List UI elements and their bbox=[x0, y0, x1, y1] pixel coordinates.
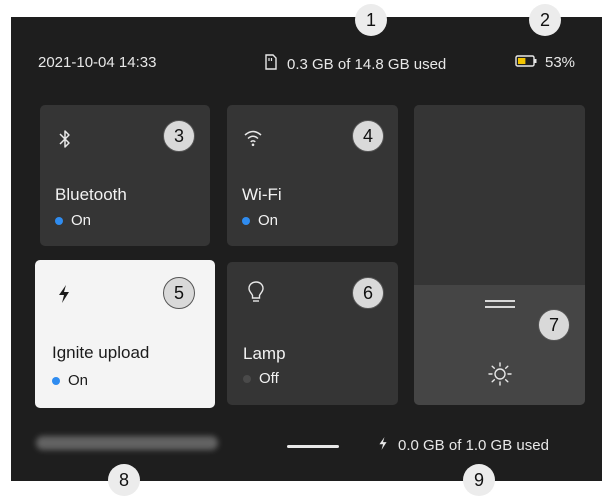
ignite-upload-title: Ignite upload bbox=[52, 343, 150, 362]
upload-quota: 0.0 GB of 1.0 GB used bbox=[378, 436, 549, 455]
brightness-slider-handle[interactable] bbox=[485, 300, 515, 309]
date-time: 2021-10-04 14:33 bbox=[38, 54, 157, 71]
callout-7: 7 bbox=[538, 309, 570, 341]
callout-3: 3 bbox=[163, 120, 195, 152]
sun-icon bbox=[487, 361, 513, 392]
bluetooth-title: Bluetooth bbox=[55, 185, 127, 204]
callout-8: 8 bbox=[108, 464, 140, 496]
callout-2: 2 bbox=[529, 4, 561, 36]
lightning-icon bbox=[378, 436, 388, 455]
drag-handle[interactable] bbox=[287, 445, 339, 448]
lightning-icon bbox=[57, 284, 71, 309]
brightness-slider-track bbox=[414, 105, 585, 285]
callout-5: 5 bbox=[163, 277, 195, 309]
status-dot-icon bbox=[55, 216, 63, 225]
callout-4: 4 bbox=[352, 120, 384, 152]
brightness-tile[interactable] bbox=[414, 105, 585, 405]
callout-9: 9 bbox=[463, 464, 495, 496]
bluetooth-icon bbox=[58, 129, 72, 154]
lightbulb-icon bbox=[247, 280, 265, 309]
status-dot-icon bbox=[242, 216, 250, 225]
bluetooth-status-label: On bbox=[71, 212, 92, 229]
callout-1: 1 bbox=[355, 4, 387, 36]
bluetooth-status: On bbox=[55, 212, 91, 229]
ignite-upload-status: On bbox=[52, 372, 88, 389]
status-dot-icon bbox=[243, 374, 251, 383]
battery-indicator: 53% bbox=[515, 54, 575, 71]
account-email-blurred bbox=[36, 436, 218, 450]
battery-percent: 53% bbox=[545, 54, 576, 71]
ignite-upload-status-label: On bbox=[68, 372, 89, 389]
upload-used-text: 0.0 GB of 1.0 GB used bbox=[398, 437, 549, 454]
callout-6: 6 bbox=[352, 277, 384, 309]
lamp-status: Off bbox=[243, 370, 279, 387]
storage-indicator: 0.3 GB of 14.8 GB used bbox=[265, 54, 446, 74]
wifi-title: Wi-Fi bbox=[242, 185, 282, 204]
lamp-status-label: Off bbox=[259, 370, 279, 387]
wifi-status-label: On bbox=[258, 212, 279, 229]
sd-card-icon bbox=[265, 54, 277, 74]
lamp-title: Lamp bbox=[243, 344, 286, 363]
battery-icon bbox=[515, 54, 537, 71]
storage-used-text: 0.3 GB of 14.8 GB used bbox=[287, 55, 447, 73]
wifi-status: On bbox=[242, 212, 278, 229]
status-dot-icon bbox=[52, 376, 60, 385]
wifi-icon bbox=[243, 129, 263, 152]
